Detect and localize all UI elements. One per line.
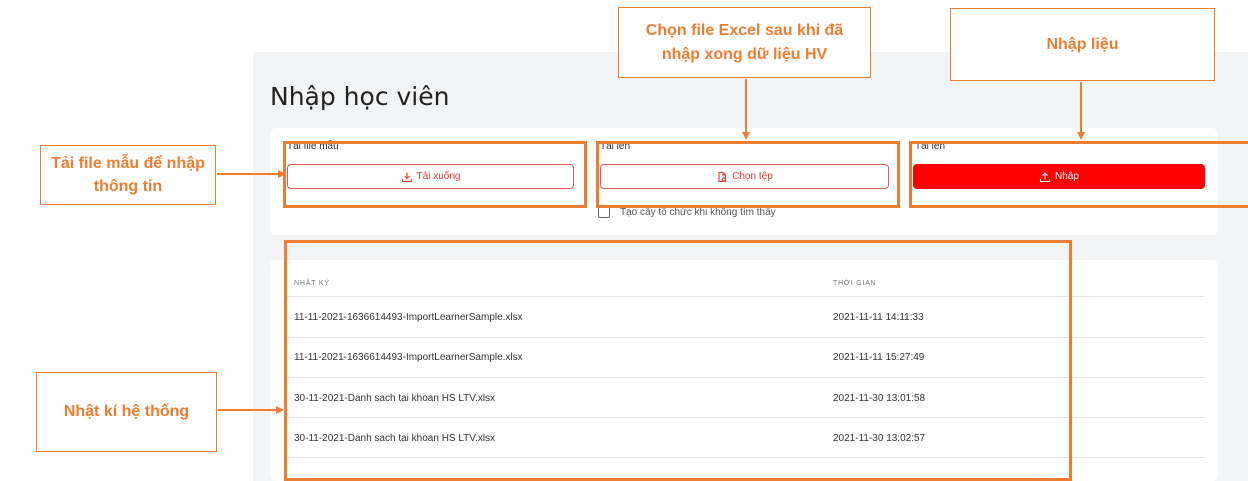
annotation-arrows: [217, 79, 1085, 414]
